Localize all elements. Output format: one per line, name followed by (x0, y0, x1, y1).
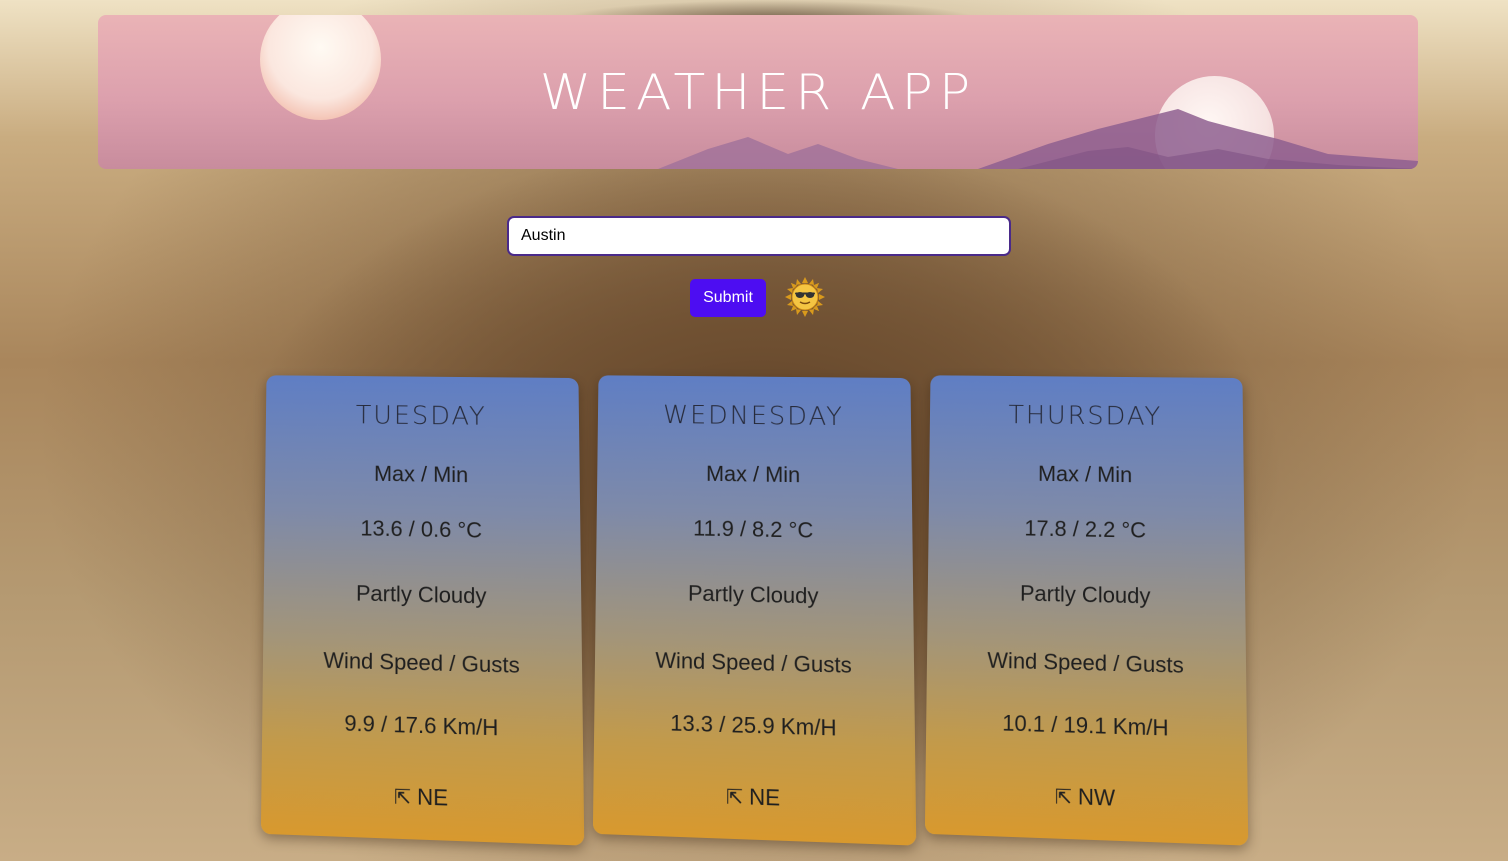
temperature-value: 17.8 / 2.2 °C (1024, 515, 1147, 543)
forecast-card-tuesday: Tuesday Max / Min 13.6 / 0.6 °C Partly C… (260, 375, 585, 846)
wind-value: 13.3 / 25.9 Km/H (670, 710, 837, 741)
arrow-up-left-icon: ⇱ (393, 786, 411, 810)
weather-condition: Partly Cloudy (355, 580, 487, 609)
sun-with-sunglasses-icon (785, 277, 825, 317)
arrow-up-left-icon: ⇱ (1054, 786, 1072, 810)
temperature-unit: °C (788, 517, 814, 543)
forecast-day: Tuesday (355, 401, 487, 432)
temperature-value: 11.9 / 8.2 °C (693, 515, 814, 543)
wind-direction: ⇱ NE (725, 783, 781, 811)
wind-value: 10.1 / 19.1 Km/H (1002, 710, 1169, 741)
wind-direction: ⇱ NW (1054, 783, 1116, 811)
page-title: WEATHER APP (539, 64, 977, 122)
max-min-label: Max / Min (1037, 461, 1133, 488)
temperature-value: 13.6 / 0.6 °C (360, 515, 483, 543)
weather-condition: Partly Cloudy (1019, 580, 1151, 609)
wind-label: Wind Speed / Gusts (655, 647, 852, 678)
forecast-card-wednesday: Wednesday Max / Min 11.9 / 8.2 °C Partly… (592, 375, 917, 846)
wind-direction: ⇱ NE (393, 783, 449, 811)
city-search-input[interactable] (507, 216, 1011, 256)
temperature-unit: °C (1121, 517, 1147, 543)
forecast-card-thursday: Thursday Max / Min 17.8 / 2.2 °C Partly … (924, 375, 1249, 846)
max-min-label: Max / Min (705, 461, 801, 488)
wind-value: 9.9 / 17.6 Km/H (344, 710, 499, 741)
forecast-day: Thursday (1008, 400, 1163, 432)
weather-condition: Partly Cloudy (687, 580, 819, 609)
max-min-label: Max / Min (373, 461, 469, 488)
arrow-up-left-icon: ⇱ (725, 786, 743, 810)
header-banner: WEATHER APP (98, 15, 1418, 169)
wind-label: Wind Speed / Gusts (323, 647, 520, 678)
temperature-unit: °C (457, 517, 483, 543)
submit-button[interactable]: Submit (690, 279, 766, 317)
forecast-day: Wednesday (662, 400, 845, 432)
wind-label: Wind Speed / Gusts (987, 647, 1184, 678)
